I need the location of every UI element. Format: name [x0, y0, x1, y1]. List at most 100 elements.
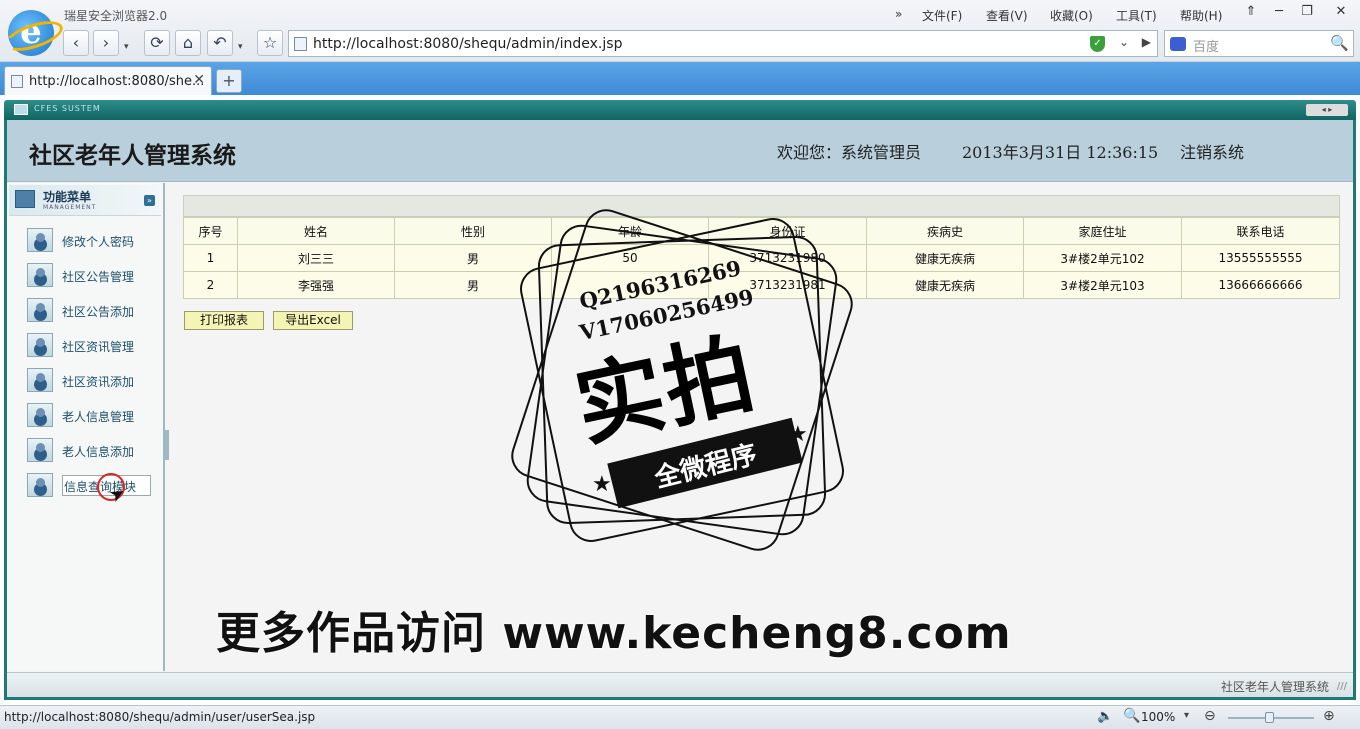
sidebar-item-elder-add[interactable]: 老人信息添加: [27, 437, 157, 465]
table-cell: 3#楼2单元103: [1023, 271, 1182, 299]
welcome-text: 欢迎您：系统管理员: [777, 143, 922, 162]
footer-text: 社区老年人管理系统: [1220, 680, 1329, 694]
table-cell: 健康无疾病: [866, 271, 1024, 299]
elder-table: 序号 姓名 性别 年龄 身份证 疾病史 家庭住址 联系电话 1 刘三三 男 50…: [183, 217, 1340, 299]
column-header: 姓名: [237, 217, 395, 245]
browser-titlebar: e 瑞星安全浏览器2.0 » 文件(F) 查看(V) 收藏(O) 工具(T) 帮…: [0, 0, 1360, 62]
watermark-site: 更多作品访问 www.kecheng8.com: [216, 608, 1012, 659]
refresh-icon[interactable]: ⟳: [144, 30, 170, 56]
tab-page-icon: [11, 75, 23, 88]
table-cell: 3713231981: [708, 271, 867, 299]
search-icon[interactable]: 🔍: [1330, 34, 1349, 52]
tab-admin-index[interactable]: http://localhost:8080/she... ✕: [4, 66, 212, 95]
search-engine-icon[interactable]: [1170, 37, 1186, 51]
table-cell: 13555555555: [1181, 244, 1340, 272]
window-restore-icon[interactable]: ❐: [1296, 3, 1318, 21]
table-cell: 男: [394, 244, 552, 272]
home-icon[interactable]: ⌂: [175, 30, 201, 56]
sidebar-item-news-add[interactable]: 社区资讯添加: [27, 367, 157, 395]
main-content: 序号 姓名 性别 年龄 身份证 疾病史 家庭住址 联系电话 1 刘三三 男 50…: [183, 195, 1343, 330]
table-cell: 13666666666: [1181, 271, 1340, 299]
menu-help[interactable]: 帮助(H): [1180, 7, 1222, 24]
sidebar-item-label[interactable]: 社区资讯管理: [62, 338, 134, 355]
sidebar-item-notice-add[interactable]: 社区公告添加: [27, 297, 157, 325]
user-icon: [27, 228, 53, 252]
tab-strip: http://localhost:8080/she... ✕ +: [0, 62, 1360, 95]
new-tab-button[interactable]: +: [216, 69, 242, 93]
menu-favorites[interactable]: 收藏(O): [1050, 7, 1093, 24]
sidebar-item-label[interactable]: 修改个人密码: [62, 233, 134, 250]
sidebar-item-label[interactable]: 老人信息添加: [62, 443, 134, 460]
zoom-in-icon[interactable]: ⊕: [1323, 708, 1335, 724]
sidebar-item-elder-manage[interactable]: 老人信息管理: [27, 402, 157, 430]
forward-dropdown-icon[interactable]: ▾: [124, 42, 129, 52]
sidebar-title: 功能菜单: [43, 190, 92, 204]
tab-label[interactable]: http://localhost:8080/she...: [29, 74, 204, 89]
browser-app-title: 瑞星安全浏览器2.0: [64, 9, 168, 23]
sidebar-item-label[interactable]: 社区公告添加: [62, 303, 134, 320]
print-report-button[interactable]: 打印报表: [184, 311, 264, 330]
sidebar-splitter[interactable]: [165, 430, 169, 460]
search-box[interactable]: 百度 🔍: [1164, 30, 1354, 57]
column-header: 性别: [394, 217, 552, 245]
sidebar-item-info-query[interactable]: 信息查询模块: [27, 472, 157, 500]
resize-grip-icon[interactable]: ///: [1337, 681, 1347, 692]
table-cell: 3713231980: [708, 244, 867, 272]
sidebar: 功能菜单 MANAGEMENT » 修改个人密码 社区公告管理 社区公告添加 社…: [7, 183, 165, 671]
sidebar-item-news-manage[interactable]: 社区资讯管理: [27, 332, 157, 360]
window-close-icon[interactable]: ✕: [1330, 3, 1352, 21]
menu-overflow-icon[interactable]: »: [895, 7, 902, 21]
collapse-icon[interactable]: »: [144, 195, 155, 206]
page-icon: [294, 37, 307, 51]
sidebar-item-label[interactable]: 社区资讯添加: [62, 373, 134, 390]
zoom-out-icon[interactable]: ⊖: [1204, 708, 1216, 724]
shield-icon[interactable]: ✓: [1090, 36, 1105, 52]
zoom-slider-thumb[interactable]: [1265, 712, 1274, 723]
frame-titlebar: CFES SUSTEM ◂ ▸: [4, 100, 1356, 120]
zoom-level[interactable]: 100%: [1141, 710, 1175, 724]
table-row: 2 李强强 男 3713231981 健康无疾病 3#楼2单元103 13666…: [183, 271, 1340, 299]
sidebar-item-notice-manage[interactable]: 社区公告管理: [27, 262, 157, 290]
sidebar-item-label[interactable]: 社区公告管理: [62, 268, 134, 285]
column-header: 序号: [183, 217, 238, 245]
undo-icon[interactable]: ↶: [207, 30, 233, 56]
sidebar-item-change-password[interactable]: 修改个人密码: [27, 227, 157, 255]
window-minimize-icon[interactable]: ─: [1268, 3, 1290, 21]
datetime-text: 2013年3月31日 12:36:15: [962, 143, 1159, 162]
table-cell: 刘三三: [237, 244, 395, 272]
zoom-dropdown-icon[interactable]: ▾: [1184, 710, 1189, 721]
frame-bar-label: CFES SUSTEM: [34, 104, 101, 113]
column-header: 年龄: [551, 217, 709, 245]
column-header: 家庭住址: [1023, 217, 1182, 245]
frame-nav-arrows[interactable]: ◂ ▸: [1306, 104, 1348, 116]
export-excel-button[interactable]: 导出Excel: [273, 311, 353, 330]
address-input[interactable]: http://localhost:8080/shequ/admin/index.…: [313, 36, 622, 52]
address-dropdown-icon[interactable]: ⌄: [1119, 35, 1129, 49]
address-go-icon[interactable]: ▶: [1142, 35, 1151, 49]
browser-logo-icon: e: [8, 10, 54, 56]
page-title: 社区老年人管理系统: [29, 142, 236, 169]
menu-view[interactable]: 查看(V): [986, 7, 1028, 24]
speaker-icon[interactable]: 🔈: [1097, 709, 1113, 724]
table-row: 1 刘三三 男 50 3713231980 健康无疾病 3#楼2单元102 13…: [183, 244, 1340, 272]
menu-book-icon: [15, 190, 35, 208]
tab-close-icon[interactable]: ✕: [193, 72, 205, 88]
favorite-star-icon[interactable]: ☆: [257, 30, 283, 56]
monitor-icon: [14, 104, 28, 115]
logout-link[interactable]: 注销系统: [1180, 139, 1244, 163]
user-icon: [27, 298, 53, 322]
table-cell: 3#楼2单元102: [1023, 244, 1182, 272]
undo-dropdown-icon[interactable]: ▾: [238, 42, 243, 52]
sidebar-header: 功能菜单 MANAGEMENT »: [9, 185, 161, 216]
search-input[interactable]: 百度: [1193, 36, 1219, 55]
forward-icon[interactable]: ›: [93, 30, 119, 56]
menu-file[interactable]: 文件(F): [922, 7, 962, 24]
back-icon[interactable]: ‹: [63, 30, 89, 56]
user-icon: [27, 333, 53, 357]
window-pin-icon[interactable]: ⇑: [1240, 3, 1262, 21]
table-cell: 健康无疾病: [866, 244, 1024, 272]
address-bar[interactable]: http://localhost:8080/shequ/admin/index.…: [288, 30, 1158, 57]
sidebar-item-label[interactable]: 老人信息管理: [62, 408, 134, 425]
menu-tools[interactable]: 工具(T): [1116, 7, 1157, 24]
zoom-icon[interactable]: 🔍: [1123, 708, 1140, 724]
